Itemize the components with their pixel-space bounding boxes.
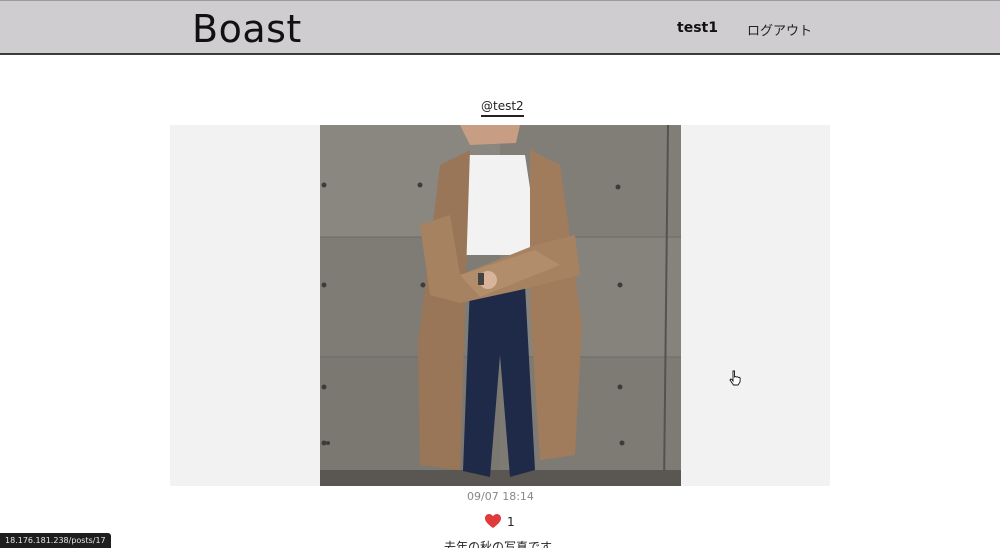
site-logo[interactable]: Boast <box>192 7 302 51</box>
post-photo-illustration <box>320 125 681 486</box>
status-bar-url: 18.176.181.238/posts/17 <box>0 533 111 548</box>
post-date: 09/07 18:14 <box>467 490 534 503</box>
post-image-frame <box>170 125 830 486</box>
like-button[interactable] <box>485 514 501 529</box>
heart-icon <box>485 514 501 528</box>
post-author-link[interactable]: @test2 <box>481 99 524 117</box>
site-header: Boast test1 ログアウト <box>0 0 1000 55</box>
logout-link[interactable]: ログアウト <box>747 20 812 39</box>
post-caption: 去年の秋の写真です <box>444 540 553 548</box>
like-count: 1 <box>507 515 515 529</box>
hand-pointer-icon <box>729 370 741 386</box>
post-image[interactable] <box>320 125 681 486</box>
nav-user-link[interactable]: test1 <box>677 20 718 36</box>
